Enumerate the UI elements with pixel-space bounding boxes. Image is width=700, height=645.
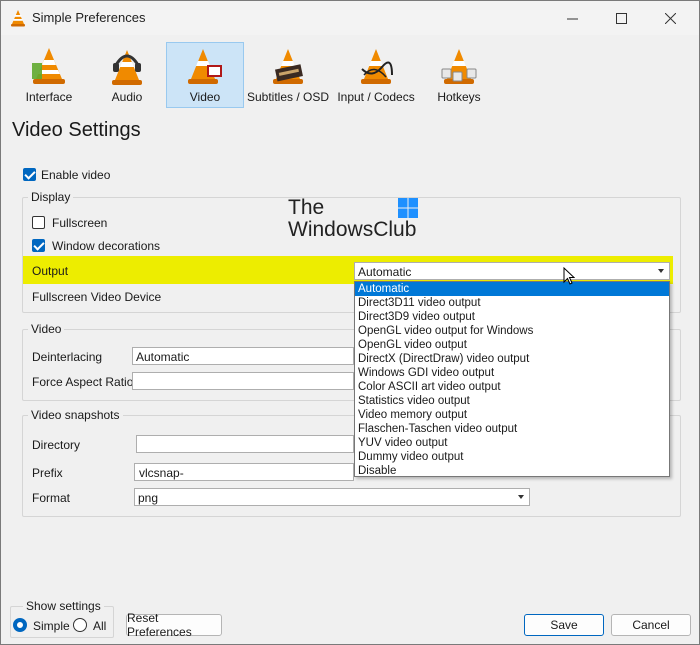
headphones-cone-icon (112, 50, 142, 85)
prefix-label: Prefix (32, 466, 63, 480)
fullscreen-label: Fullscreen (52, 216, 108, 230)
output-option[interactable]: Direct3D9 video output (355, 310, 669, 324)
chevron-down-icon (658, 269, 664, 273)
output-option[interactable]: Statistics video output (355, 394, 669, 408)
tab-label: Hotkeys (437, 90, 481, 104)
output-label: Output (32, 264, 69, 278)
video-group-title: Video (28, 322, 65, 336)
category-toolbar: Interface Audio Video Subtitles / OSD In… (1, 39, 699, 111)
tab-video[interactable]: Video (166, 42, 244, 108)
output-option[interactable]: YUV video output (355, 436, 669, 450)
show-settings-title: Show settings (23, 599, 104, 613)
deinterlacing-label: Deinterlacing (32, 350, 103, 364)
window-title: Simple Preferences (32, 10, 146, 25)
video-cone-icon (188, 49, 222, 84)
cone-icon (32, 48, 65, 84)
close-icon (664, 12, 676, 24)
output-option[interactable]: Dummy video output (355, 450, 669, 464)
format-select[interactable]: png (134, 488, 530, 506)
aspect-ratio-label: Force Aspect Ratio (32, 375, 134, 389)
codecs-cone-icon (361, 49, 393, 84)
tab-label: Audio (111, 90, 143, 104)
cancel-button[interactable]: Cancel (611, 614, 691, 636)
output-option[interactable]: Disable (355, 464, 669, 478)
tab-subtitles-osd[interactable]: Subtitles / OSD (246, 43, 330, 107)
output-option[interactable]: Automatic (355, 282, 669, 296)
output-option[interactable]: Flaschen-Taschen video output (355, 422, 669, 436)
title-bar: Simple Preferences (1, 1, 699, 35)
tab-audio[interactable]: Audio (99, 43, 155, 107)
page-title: Video Settings (12, 119, 141, 141)
chevron-down-icon (518, 495, 524, 499)
preferences-window: Simple Preferences Interface Audio Video… (0, 0, 700, 645)
directory-input[interactable] (136, 435, 354, 453)
prefix-input[interactable]: vlcsnap- (134, 463, 354, 481)
output-select[interactable]: Automatic (354, 262, 670, 280)
output-option[interactable]: Direct3D11 video output (355, 296, 669, 310)
hotkeys-cone-icon (441, 49, 477, 84)
output-option[interactable]: OpenGL video output for Windows (355, 324, 669, 338)
format-value: png (138, 491, 159, 505)
subtitles-cone-icon (273, 49, 303, 84)
output-option[interactable]: Color ASCII art video output (355, 380, 669, 394)
tab-interface[interactable]: Interface (21, 43, 77, 107)
directory-label: Directory (32, 438, 81, 452)
mouse-cursor-icon (563, 267, 575, 285)
maximize-button[interactable] (598, 1, 644, 35)
prefix-value: vlcsnap- (139, 466, 184, 480)
vlc-cone-icon (11, 10, 25, 27)
format-label: Format (32, 491, 71, 505)
tab-input-codecs[interactable]: Input / Codecs (337, 43, 415, 107)
tab-label: Video (189, 90, 221, 104)
window-decorations-checkbox[interactable] (32, 239, 45, 252)
tab-label: Interface (25, 90, 73, 104)
output-option[interactable]: Video memory output (355, 408, 669, 422)
windowsclub-watermark: The WindowsClub (288, 196, 418, 242)
close-button[interactable] (647, 1, 693, 35)
reset-preferences-button[interactable]: Reset Preferences (126, 611, 222, 639)
save-button[interactable]: Save (524, 614, 604, 636)
simple-radio[interactable] (13, 618, 27, 632)
fullscreen-device-label: Fullscreen Video Device (32, 290, 162, 304)
output-option[interactable]: Windows GDI video output (355, 366, 669, 380)
enable-video-checkbox[interactable] (23, 168, 36, 181)
minimize-icon (566, 18, 578, 19)
minimize-button[interactable] (549, 1, 595, 35)
snapshots-group-title: Video snapshots (28, 408, 123, 422)
window-decorations-label: Window decorations (52, 239, 161, 253)
all-radio-label: All (93, 619, 107, 633)
tab-label: Input / Codecs (337, 90, 415, 104)
output-select-value: Automatic (358, 265, 412, 279)
windows-logo-icon (398, 198, 418, 218)
deinterlacing-select[interactable]: Automatic (132, 347, 354, 365)
tab-label: Subtitles / OSD (246, 90, 330, 104)
output-dropdown-list: Automatic Direct3D11 video output Direct3D… (354, 281, 670, 477)
watermark-line-2: WindowsClub (288, 218, 417, 241)
fullscreen-checkbox[interactable] (32, 216, 45, 229)
all-radio[interactable] (73, 618, 87, 632)
enable-video-label: Enable video (41, 168, 111, 182)
maximize-icon (615, 12, 627, 24)
aspect-ratio-input[interactable] (132, 372, 354, 390)
display-group-title: Display (28, 190, 74, 204)
output-option[interactable]: DirectX (DirectDraw) video output (355, 352, 669, 366)
deinterlacing-value: Automatic (136, 350, 190, 364)
output-option[interactable]: OpenGL video output (355, 338, 669, 352)
simple-radio-label: Simple (33, 619, 70, 633)
tab-hotkeys[interactable]: Hotkeys (433, 43, 485, 107)
